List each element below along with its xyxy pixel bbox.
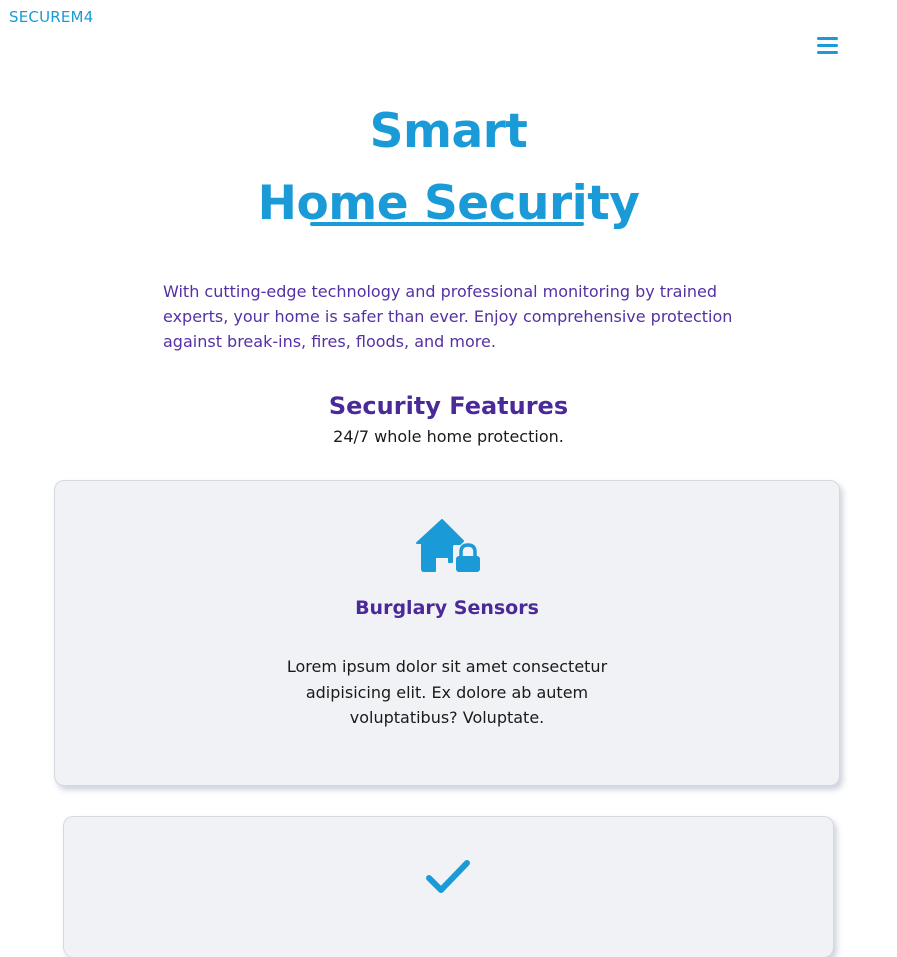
hero-title-underline: [310, 222, 584, 226]
checkmark-icon: [426, 860, 470, 893]
feature-card-title: Burglary Sensors: [355, 597, 539, 619]
brand-logo[interactable]: SECUREM4: [9, 8, 93, 26]
hero-title: Smart Home Security: [0, 96, 897, 240]
section-title: Security Features: [328, 392, 569, 420]
feature-card-text: Lorem ipsum dolor sit amet consectetur a…: [286, 657, 608, 727]
hero-intro-text: With cutting-edge technology and profess…: [163, 282, 733, 351]
house-lock-icon: [416, 519, 480, 572]
menu-bar: [817, 51, 838, 54]
menu-bar: [817, 44, 838, 47]
section-subtitle: 24/7 whole home protection.: [333, 427, 564, 446]
hamburger-menu-icon[interactable]: [817, 36, 839, 56]
menu-bar: [817, 37, 838, 40]
hero-title-line-2: Home Security: [257, 176, 640, 231]
hero-title-line-1: Smart: [369, 104, 528, 159]
feature-card-2: [63, 816, 834, 957]
feature-card-burglary: Burglary Sensors Lorem ipsum dolor sit a…: [54, 480, 840, 786]
